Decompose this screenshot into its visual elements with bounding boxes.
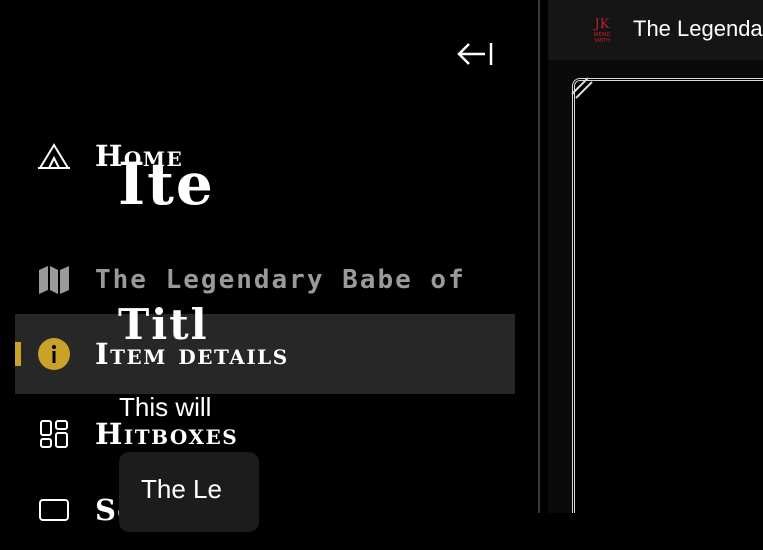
active-indicator [15, 342, 21, 366]
collapse-sidebar-button[interactable] [452, 36, 498, 72]
info-icon [37, 337, 71, 371]
screen-icon [37, 493, 71, 527]
sidebar-item-hitboxes[interactable]: Hitboxes [15, 394, 515, 474]
content-frame [572, 78, 763, 513]
app-logo: JK WEIRD SMITH [593, 17, 611, 44]
grid-icon [37, 417, 71, 451]
app-title: The Legenda [633, 16, 763, 41]
sidebar-item-home[interactable]: Home [15, 116, 515, 196]
panel-divider[interactable] [538, 0, 548, 513]
card-text: The Le [141, 474, 222, 504]
description-text: This will [119, 392, 212, 422]
sidebar-item-legendary[interactable]: The Legendary Babe of [15, 240, 515, 320]
svg-text:JK: JK [593, 17, 610, 32]
sidebar: Home The Legendary Babe of Item details [0, 0, 538, 527]
page-title: Ite [118, 150, 215, 218]
sidebar-item-screens[interactable]: Screens [15, 470, 515, 550]
sidebar-item-item-details[interactable]: Item details [15, 314, 515, 394]
frame-corner-ornament [571, 77, 593, 99]
tent-icon [37, 139, 71, 173]
top-bar: JK WEIRD SMITH The Legenda [548, 0, 763, 60]
section-title: Titl [118, 300, 209, 349]
map-icon [37, 263, 71, 297]
sidebar-item-label: The Legendary Babe of [95, 265, 466, 295]
info-card: The Le [119, 452, 259, 532]
svg-text:SMITH: SMITH [594, 38, 610, 44]
main-content: JK WEIRD SMITH The Legenda [548, 0, 763, 513]
collapse-left-icon [457, 43, 493, 65]
